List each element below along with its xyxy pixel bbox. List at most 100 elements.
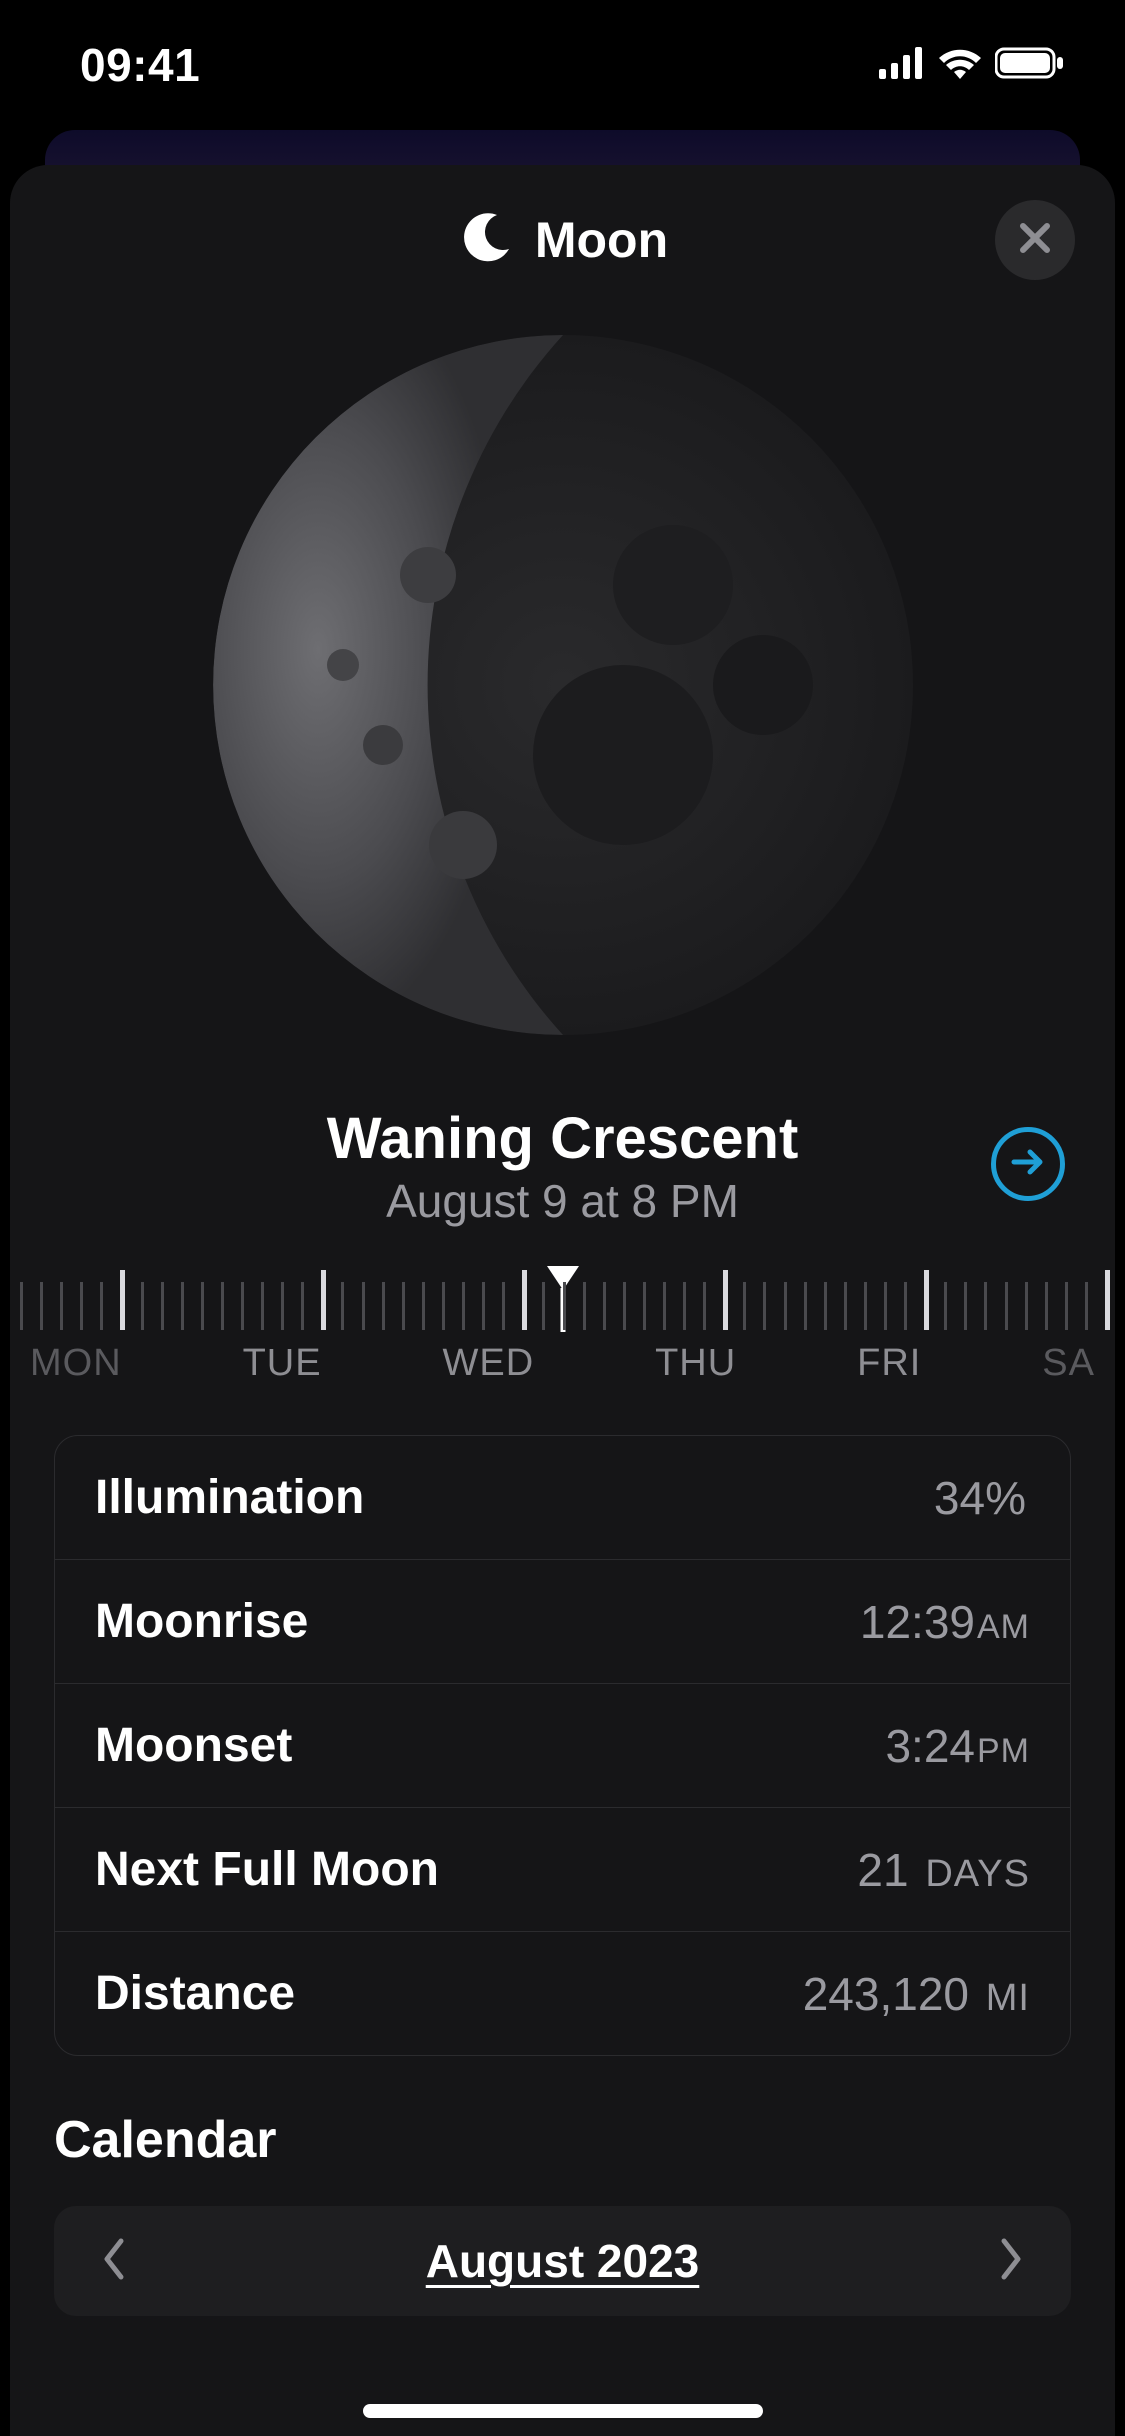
arrow-right-icon bbox=[1008, 1142, 1048, 1187]
ruler-day-3: THU bbox=[655, 1342, 736, 1385]
ruler-tick bbox=[1065, 1282, 1068, 1330]
close-button[interactable] bbox=[995, 200, 1075, 280]
info-value: 243,120 MI bbox=[803, 1967, 1030, 2021]
ruler-tick bbox=[1105, 1270, 1110, 1330]
ruler-tick bbox=[984, 1282, 987, 1330]
ruler-tick bbox=[442, 1282, 445, 1330]
ruler-tick bbox=[743, 1282, 746, 1330]
ruler-tick bbox=[924, 1270, 929, 1330]
phase-date: August 9 at 8 PM bbox=[10, 1174, 1115, 1228]
ruler-tick bbox=[40, 1282, 43, 1330]
ruler-tick bbox=[482, 1282, 485, 1330]
day-ruler[interactable]: MON TUE WED THU FRI SA bbox=[10, 1270, 1115, 1385]
info-row-moonset: Moonset 3:24PM bbox=[55, 1684, 1070, 1808]
ruler-tick bbox=[1045, 1282, 1048, 1330]
background-sheet bbox=[45, 130, 1080, 170]
status-indicators bbox=[879, 46, 1065, 85]
info-value: 34% bbox=[934, 1471, 1030, 1525]
ruler-tick bbox=[583, 1282, 586, 1330]
ruler-tick bbox=[261, 1282, 264, 1330]
ruler-tick bbox=[1085, 1282, 1088, 1330]
moon-sheet: Moon bbox=[10, 165, 1115, 2436]
ruler-tick bbox=[60, 1282, 63, 1330]
home-indicator[interactable] bbox=[363, 2404, 763, 2418]
moon-image bbox=[203, 325, 923, 1045]
ruler-tick bbox=[784, 1282, 787, 1330]
ruler-tick bbox=[321, 1270, 326, 1330]
info-label: Next Full Moon bbox=[95, 1842, 439, 1897]
info-label: Illumination bbox=[95, 1470, 364, 1525]
ruler-tick bbox=[100, 1282, 103, 1330]
ruler-tick bbox=[683, 1282, 686, 1330]
status-time: 09:41 bbox=[80, 38, 200, 92]
ruler-day-5: SA bbox=[1042, 1342, 1095, 1385]
ruler-tick bbox=[1025, 1282, 1028, 1330]
ruler-tick bbox=[884, 1282, 887, 1330]
ruler-tick bbox=[824, 1282, 827, 1330]
ruler-tick bbox=[522, 1270, 527, 1330]
ruler-day-2: WED bbox=[443, 1342, 535, 1385]
ruler-tick bbox=[402, 1282, 405, 1330]
moon-icon bbox=[457, 209, 515, 272]
ruler-tick bbox=[120, 1270, 125, 1330]
calendar-next-button[interactable] bbox=[981, 2231, 1041, 2291]
info-value: 3:24PM bbox=[885, 1719, 1030, 1773]
sheet-title: Moon bbox=[457, 209, 668, 272]
info-value: 21 DAYS bbox=[857, 1843, 1030, 1897]
ruler-tick bbox=[904, 1282, 907, 1330]
ruler-day-0: MON bbox=[30, 1342, 122, 1385]
close-icon bbox=[1015, 218, 1055, 263]
ruler-tick bbox=[804, 1282, 807, 1330]
calendar-title: Calendar bbox=[54, 2110, 1071, 2170]
info-row-distance: Distance 243,120 MI bbox=[55, 1932, 1070, 2055]
ruler-tick bbox=[844, 1282, 847, 1330]
ruler-tick bbox=[542, 1282, 545, 1330]
ruler-tick bbox=[603, 1282, 606, 1330]
ruler-tick bbox=[723, 1270, 728, 1330]
ruler-day-4: FRI bbox=[857, 1342, 921, 1385]
chevron-right-icon bbox=[996, 2237, 1026, 2286]
ruler-tick bbox=[643, 1282, 646, 1330]
info-row-moonrise: Moonrise 12:39AM bbox=[55, 1560, 1070, 1684]
sheet-header: Moon bbox=[10, 195, 1115, 285]
ruler-tick bbox=[362, 1282, 365, 1330]
info-label: Moonset bbox=[95, 1718, 292, 1773]
ruler-tick bbox=[181, 1282, 184, 1330]
ruler-tick bbox=[281, 1282, 284, 1330]
wifi-icon bbox=[937, 46, 983, 85]
ruler-tick bbox=[422, 1282, 425, 1330]
moon-info-card: Illumination 34% Moonrise 12:39AM Moonse… bbox=[54, 1435, 1071, 2056]
moon-image-wrap bbox=[10, 325, 1115, 1045]
ruler-tick bbox=[864, 1282, 867, 1330]
cellular-icon bbox=[879, 47, 925, 84]
ruler-day-1: TUE bbox=[243, 1342, 322, 1385]
ruler-day-labels: MON TUE WED THU FRI SA bbox=[20, 1342, 1105, 1385]
ruler-tick bbox=[462, 1282, 465, 1330]
ruler-ticks bbox=[20, 1270, 1105, 1330]
ruler-tick bbox=[161, 1282, 164, 1330]
ruler-tick bbox=[623, 1282, 626, 1330]
ruler-tick bbox=[201, 1282, 204, 1330]
ruler-tick bbox=[141, 1282, 144, 1330]
info-label: Distance bbox=[95, 1966, 295, 2021]
ruler-tick bbox=[1005, 1282, 1008, 1330]
ruler-tick bbox=[763, 1282, 766, 1330]
ruler-tick bbox=[663, 1282, 666, 1330]
ruler-tick bbox=[703, 1282, 706, 1330]
sheet-title-text: Moon bbox=[535, 211, 668, 269]
calendar-month-button[interactable]: August 2023 bbox=[426, 2234, 700, 2288]
ruler-tick bbox=[964, 1282, 967, 1330]
battery-icon bbox=[995, 46, 1065, 85]
info-row-illumination: Illumination 34% bbox=[55, 1436, 1070, 1560]
chevron-left-icon bbox=[99, 2237, 129, 2286]
phase-name: Waning Crescent bbox=[10, 1105, 1115, 1172]
info-value: 12:39AM bbox=[860, 1595, 1030, 1649]
ruler-tick bbox=[944, 1282, 947, 1330]
next-phase-button[interactable] bbox=[991, 1127, 1065, 1201]
ruler-tick bbox=[80, 1282, 83, 1330]
info-row-next-full-moon: Next Full Moon 21 DAYS bbox=[55, 1808, 1070, 1932]
ruler-tick bbox=[301, 1282, 304, 1330]
ruler-tick bbox=[221, 1282, 224, 1330]
calendar-prev-button[interactable] bbox=[84, 2231, 144, 2291]
ruler-tick bbox=[382, 1282, 385, 1330]
